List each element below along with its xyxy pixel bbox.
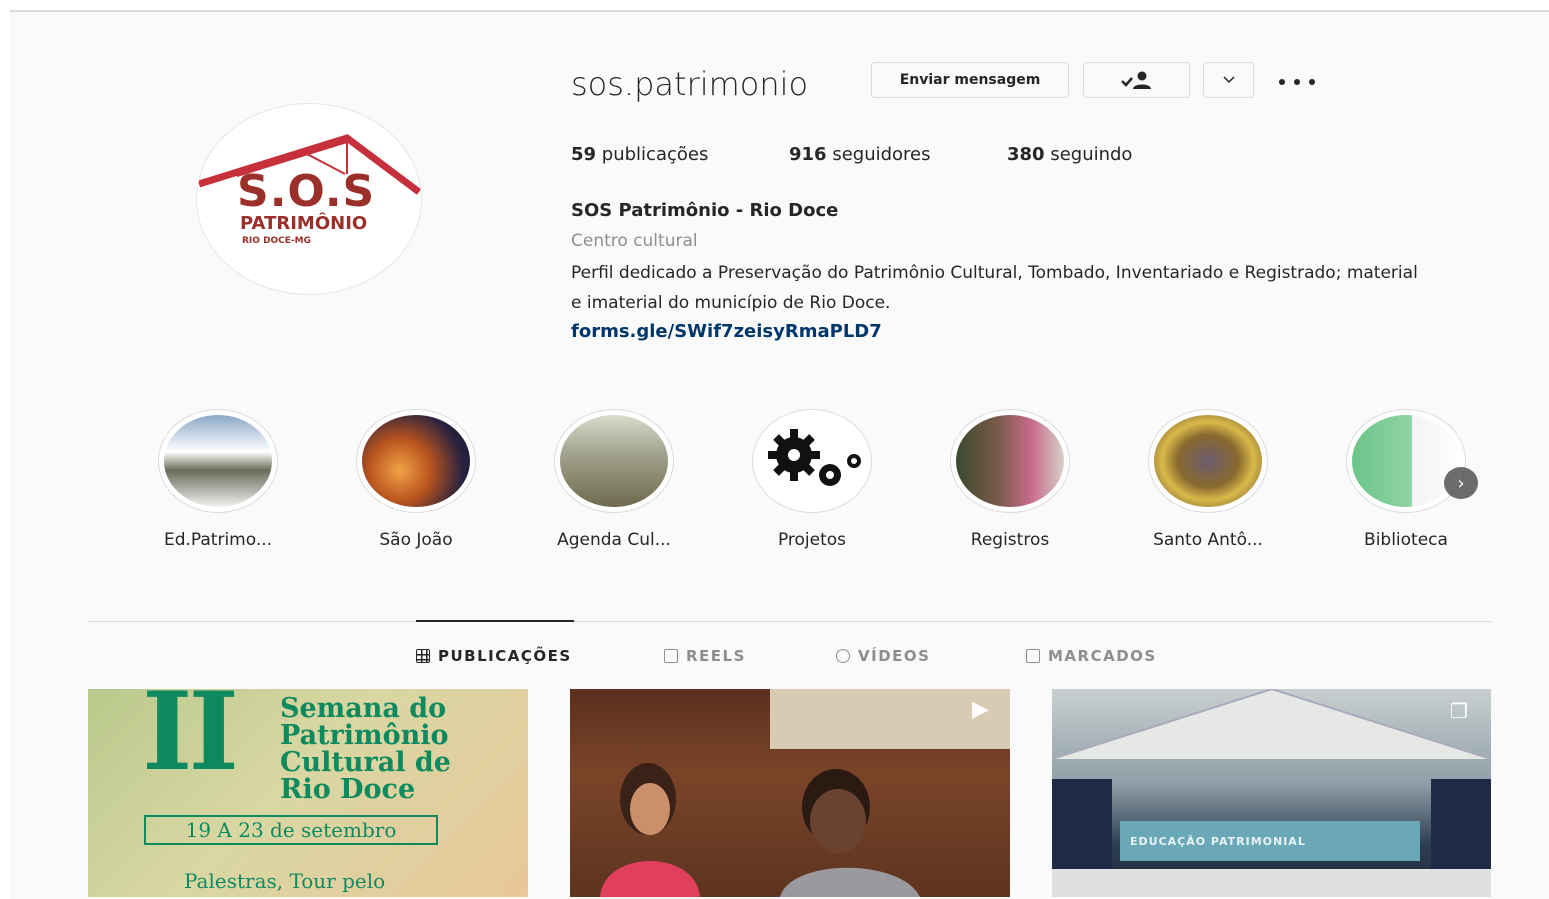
post-banner: EDUCAÇÃO PATRIMONIAL bbox=[1120, 821, 1420, 861]
post-dates: 19 A 23 de setembro bbox=[144, 815, 438, 845]
logo-rio-text: RIO DOCE-MG bbox=[242, 236, 312, 246]
highlights-next-arrow-icon[interactable]: › bbox=[1444, 467, 1478, 499]
profile-bio: Perfil dedicado a Preservação do Patrimô… bbox=[571, 263, 1418, 313]
send-message-button[interactable]: Enviar mensagem bbox=[871, 62, 1069, 98]
tab-videos[interactable]: VÍDEOS bbox=[836, 645, 930, 667]
active-tab-indicator bbox=[416, 620, 574, 622]
tab-reels[interactable]: REELS bbox=[664, 645, 746, 667]
gears-icon bbox=[768, 429, 861, 486]
tabs-divider bbox=[88, 621, 1491, 622]
post-title: Semana do Patrimônio Cultural de Rio Doc… bbox=[280, 693, 451, 805]
post-numeral: II bbox=[142, 689, 239, 795]
tab-marcados[interactable]: MARCADOS bbox=[1026, 645, 1157, 667]
post-video[interactable]: ▶ bbox=[570, 689, 1010, 897]
tagged-icon bbox=[1026, 649, 1040, 663]
highlight-label: Ed.Patrimo... bbox=[163, 530, 273, 550]
post-educacao-patrimonial[interactable]: EDUCAÇÃO PATRIMONIAL ❐ bbox=[1052, 689, 1491, 897]
highlight-label: Registros bbox=[970, 530, 1050, 550]
post-video-thumbnail bbox=[600, 689, 1010, 897]
profile-category: Centro cultural bbox=[571, 231, 698, 251]
user-check-icon bbox=[1120, 71, 1151, 89]
highlight-label: Agenda Cul... bbox=[557, 530, 671, 550]
highlight-agenda-cultural[interactable]: Agenda Cul... bbox=[549, 409, 679, 551]
suggestions-dropdown-button[interactable] bbox=[1203, 62, 1254, 98]
chevron-down-icon bbox=[1222, 76, 1235, 84]
highlight-label: São João bbox=[379, 530, 453, 550]
followers-count[interactable]: 916 seguidores bbox=[789, 142, 931, 168]
highlight-projetos[interactable]: Projetos bbox=[747, 409, 877, 551]
post-tent-photo bbox=[1052, 689, 1491, 897]
carousel-icon: ❐ bbox=[1450, 699, 1468, 723]
highlight-label: Projetos bbox=[777, 530, 847, 550]
highlight-santo-antonio[interactable]: Santo Antô... bbox=[1143, 409, 1273, 551]
profile-full-name: SOS Patrimônio - Rio Doce bbox=[571, 200, 839, 221]
reels-icon bbox=[664, 649, 678, 663]
reel-play-icon: ▶ bbox=[972, 697, 989, 722]
highlight-registros[interactable]: Registros bbox=[945, 409, 1075, 551]
following-count[interactable]: 380 seguindo bbox=[1007, 142, 1132, 168]
posts-count: 59 publicações bbox=[571, 144, 709, 165]
more-options-icon[interactable] bbox=[1279, 70, 1315, 94]
highlight-label: Santo Antô... bbox=[1153, 530, 1263, 550]
highlight-ed-patrimonio[interactable]: Ed.Patrimo... bbox=[153, 409, 283, 551]
post-subtitle: Palestras, Tour pelo bbox=[184, 869, 386, 893]
following-button[interactable] bbox=[1083, 62, 1190, 98]
profile-username: sos.patrimonio bbox=[571, 65, 809, 103]
play-icon bbox=[836, 649, 850, 663]
grid-icon bbox=[416, 649, 430, 663]
profile-avatar[interactable]: S.O.S PATRIMÔNIO RIO DOCE-MG bbox=[196, 103, 422, 295]
post-semana-patrimonio[interactable]: II Semana do Patrimônio Cultural de Rio … bbox=[88, 689, 528, 897]
profile-link[interactable]: forms.gle/SWif7zeisyRmaPLD7 bbox=[571, 318, 882, 346]
highlight-label: Biblioteca bbox=[1364, 530, 1448, 550]
highlight-sao-joao[interactable]: São João bbox=[351, 409, 481, 551]
logo-patrimonio-text: PATRIMÔNIO bbox=[240, 213, 368, 234]
tab-publicacoes[interactable]: PUBLICAÇÕES bbox=[416, 645, 572, 667]
logo-sos-text: S.O.S bbox=[237, 166, 376, 217]
